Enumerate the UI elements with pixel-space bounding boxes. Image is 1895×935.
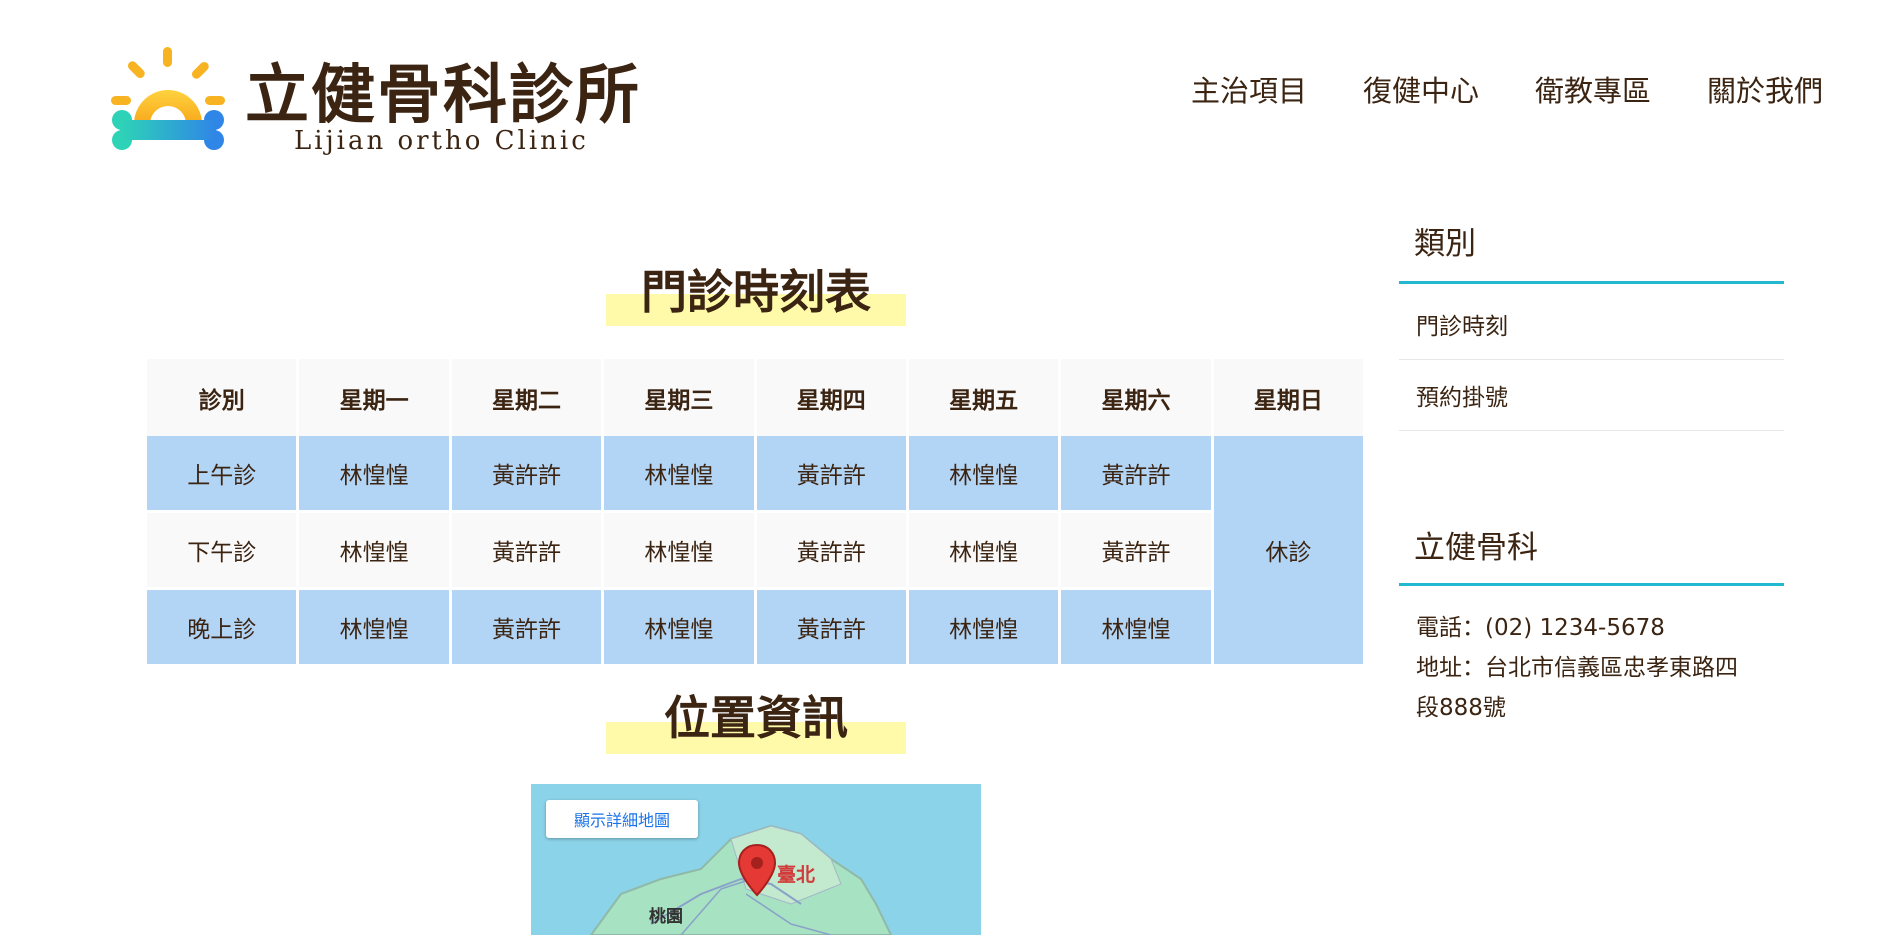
doctor-cell: 黃許許 bbox=[756, 436, 906, 510]
doctor-cell: 黃許許 bbox=[451, 510, 602, 587]
header-cell-fri: 星期五 bbox=[908, 359, 1059, 436]
row-label: 上午診 bbox=[147, 436, 297, 510]
table-row-evening: 晚上診 林惶惶 黃許許 林惶惶 黃許許 林惶惶 林惶惶 bbox=[147, 587, 1363, 664]
row-label: 晚上診 bbox=[147, 587, 297, 664]
clinic-contact-info: 電話：(02) 1234-5678 地址：台北市信義區忠孝東路四 段888號 bbox=[1416, 608, 1776, 728]
header-cell-sat: 星期六 bbox=[1061, 359, 1211, 436]
table-row-morning: 上午診 林惶惶 黃許許 林惶惶 黃許許 林惶惶 黃許許 休診 bbox=[147, 436, 1363, 664]
sidebar-category-list: 門診時刻 預約掛號 bbox=[1399, 289, 1784, 431]
doctor-cell: 林惶惶 bbox=[604, 587, 754, 664]
clinic-logo[interactable]: 立健骨科診所 Lijian ortho Clinic bbox=[108, 44, 641, 162]
nav-item-treatments[interactable]: 主治項目 bbox=[1191, 68, 1307, 110]
doctor-cell: 林惶惶 bbox=[299, 436, 449, 510]
doctor-cell: 林惶惶 bbox=[299, 510, 449, 587]
location-title-text: 位置資訊 bbox=[664, 691, 848, 745]
nav-item-rehab[interactable]: 復健中心 bbox=[1363, 68, 1479, 110]
sidebar-info-header: 立健骨科 bbox=[1399, 522, 1784, 586]
doctor-cell: 黃許許 bbox=[756, 587, 906, 664]
header-cell-thu: 星期四 bbox=[756, 359, 906, 436]
sidebar-item-clinic-hours[interactable]: 門診時刻 bbox=[1399, 289, 1784, 360]
schedule-title-text: 門診時刻表 bbox=[641, 265, 871, 319]
location-title: 位置資訊 bbox=[606, 682, 906, 754]
doctor-cell: 林惶惶 bbox=[1061, 587, 1211, 664]
header-cell-wed: 星期三 bbox=[604, 359, 754, 436]
row-label: 下午診 bbox=[147, 510, 297, 587]
doctor-cell: 林惶惶 bbox=[908, 510, 1059, 587]
show-detailed-map-button[interactable]: 顯示詳細地圖 bbox=[546, 800, 698, 838]
header-cell-mon: 星期一 bbox=[299, 359, 449, 436]
header-cell-tue: 星期二 bbox=[451, 359, 602, 436]
doctor-cell: 黃許許 bbox=[1061, 436, 1211, 510]
sidebar-category-header: 類別 bbox=[1399, 218, 1784, 284]
schedule-title: 門診時刻表 bbox=[606, 256, 906, 328]
header-cell-sun: 星期日 bbox=[1213, 359, 1363, 436]
sidebar-item-appointment[interactable]: 預約掛號 bbox=[1399, 360, 1784, 431]
doctor-cell: 林惶惶 bbox=[604, 436, 754, 510]
main-nav: 主治項目 復健中心 衛教專區 關於我們 bbox=[1191, 68, 1823, 110]
table-row-afternoon: 下午診 林惶惶 黃許許 林惶惶 黃許許 林惶惶 黃許許 bbox=[147, 510, 1363, 587]
map-label-taipei: 臺北 bbox=[777, 864, 816, 886]
sidebar-category-title: 類別 bbox=[1414, 226, 1476, 262]
doctor-cell: 黃許許 bbox=[451, 587, 602, 664]
doctor-cell: 黃許許 bbox=[1061, 510, 1211, 587]
sidebar-info-title: 立健骨科 bbox=[1414, 530, 1538, 566]
logo-subtitle: Lijian ortho Clinic bbox=[294, 126, 589, 156]
nav-item-about[interactable]: 關於我們 bbox=[1707, 68, 1823, 110]
address-line-1: 地址：台北市信義區忠孝東路四 bbox=[1416, 655, 1738, 681]
phone-text: 電話：(02) 1234-5678 bbox=[1416, 615, 1665, 641]
embedded-map[interactable]: 臺北 桃園 顯示詳細地圖 bbox=[531, 784, 981, 935]
map-pin-icon bbox=[737, 843, 777, 897]
doctor-cell: 林惶惶 bbox=[908, 436, 1059, 510]
logo-title: 立健骨科診所 bbox=[245, 58, 641, 133]
address-line-2: 段888號 bbox=[1416, 695, 1506, 721]
doctor-cell: 林惶惶 bbox=[604, 510, 754, 587]
map-label-taoyuan: 桃園 bbox=[649, 907, 683, 927]
divider bbox=[1399, 583, 1784, 586]
doctor-cell: 黃許許 bbox=[756, 510, 906, 587]
doctor-cell: 黃許許 bbox=[451, 436, 602, 510]
sunday-closed-cell: 休診 bbox=[1213, 436, 1363, 664]
sun-bone-icon bbox=[111, 47, 225, 150]
nav-item-education[interactable]: 衛教專區 bbox=[1535, 68, 1651, 110]
divider bbox=[1399, 281, 1784, 284]
table-header-row: 診別 星期一 星期二 星期三 星期四 星期五 星期六 星期日 bbox=[147, 359, 1363, 436]
doctor-cell: 林惶惶 bbox=[908, 587, 1059, 664]
doctor-cell: 林惶惶 bbox=[299, 587, 449, 664]
header-cell-session: 診別 bbox=[147, 359, 297, 436]
schedule-table: 診別 星期一 星期二 星期三 星期四 星期五 星期六 星期日 上午診 林惶惶 黃… bbox=[144, 359, 1366, 664]
